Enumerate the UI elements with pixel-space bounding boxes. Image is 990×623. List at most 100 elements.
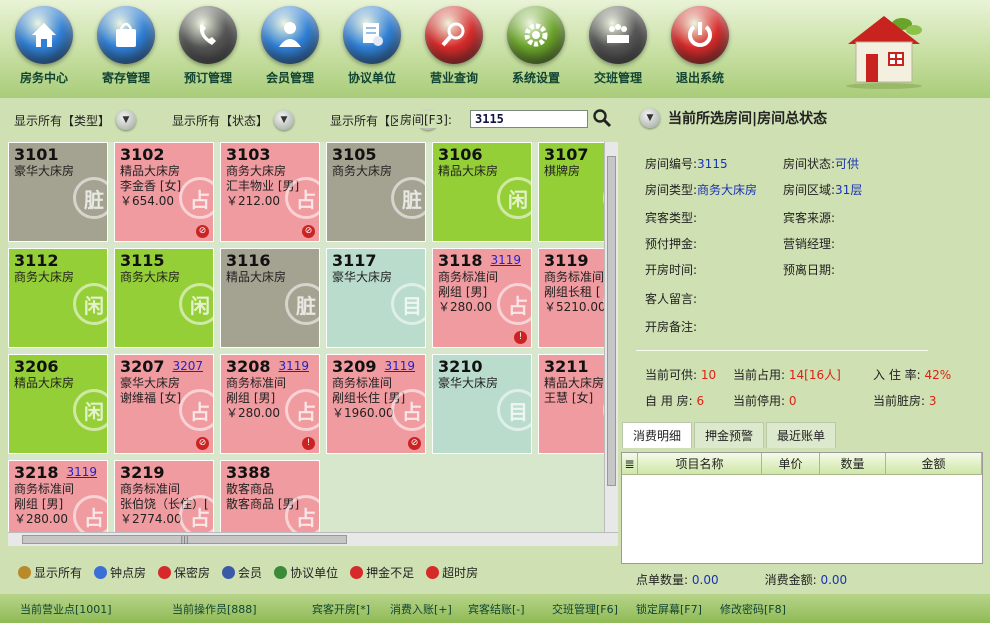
room-number: 3210 xyxy=(438,357,483,376)
room-grid-vscroll[interactable] xyxy=(604,142,618,532)
detail-tabs: 消费明细 押金预警 最近账单 xyxy=(620,422,986,448)
room-card-3101[interactable]: 3101 豪华大床房脏 xyxy=(8,142,108,242)
status-bar-item[interactable]: 宾客开房[*] xyxy=(312,601,370,617)
room-status-stamp: 闲 xyxy=(179,283,213,325)
column-header[interactable]: 金额 xyxy=(886,453,982,474)
room-card-3119[interactable]: 3119商务标准间剐组长租 [￥5210.00占 xyxy=(538,248,606,348)
room-status-stamp: 占 xyxy=(179,495,213,532)
room-card-3206[interactable]: 3206 精品大床房闲 xyxy=(8,354,108,454)
hscroll-thumb[interactable]: ||| xyxy=(22,535,347,544)
tab-0[interactable]: 消费明细 xyxy=(622,422,693,448)
room-search-input[interactable]: 3115 xyxy=(470,110,588,128)
deposit-label: 预付押金: xyxy=(645,237,698,251)
status-bar-item[interactable]: 交班管理[F6] xyxy=(552,601,618,617)
linked-room-link[interactable]: 3119 xyxy=(490,253,521,267)
room-number: 3101 xyxy=(14,145,59,164)
column-header[interactable]: 项目名称 xyxy=(638,453,762,474)
legend-item[interactable]: 钟点房 xyxy=(94,564,146,581)
room-card-3115[interactable]: 3115 商务大床房闲 xyxy=(114,248,214,348)
vscroll-thumb[interactable] xyxy=(607,156,616,486)
status-bar: 当前营业点[1001] 当前操作员[888] 宾客开房[*] 消费入账[+] 宾客结账[… xyxy=(0,594,990,623)
status-bar-item[interactable]: 锁定屏幕[F7] xyxy=(636,601,702,617)
column-header[interactable]: 单价 xyxy=(762,453,820,474)
room-card-3218[interactable]: 3218 3119 商务标准间 剐组 [男] ￥280.00 占 xyxy=(8,460,108,532)
room-status-stamp: 脏 xyxy=(391,177,425,219)
toolbar-button-7[interactable]: 交班管理 xyxy=(578,6,658,86)
toolbar-button-0[interactable]: 房务中心 xyxy=(4,6,84,86)
room-card-3105[interactable]: 3105 商务大床房脏 xyxy=(326,142,426,242)
legend-label: 会员 xyxy=(238,566,263,580)
room-card-3117[interactable]: 3117 豪华大床房目 xyxy=(326,248,426,348)
room-card-3388[interactable]: 3388 散客商品 散客商品 [男] 占 xyxy=(220,460,320,532)
legend-label: 显示所有 xyxy=(34,566,83,580)
forbidden-icon: ⊘ xyxy=(302,225,315,238)
leave-date-label: 预离日期: xyxy=(783,263,836,277)
row-selector-icon: ≣ xyxy=(622,453,638,474)
room-search-label: 房间[F3]: xyxy=(398,111,454,128)
guest-type-label: 宾客类型: xyxy=(645,211,698,225)
filter-type-label: 显示所有【类型】 xyxy=(14,113,111,128)
status-bar-item[interactable]: 修改密码[F8] xyxy=(720,601,786,617)
toolbar-button-2[interactable]: 预订管理 xyxy=(168,6,248,86)
linked-room-link[interactable]: 3119 xyxy=(278,359,309,373)
tab-1[interactable]: 押金预警 xyxy=(694,422,765,448)
room-card-3219[interactable]: 3219 商务标准间 张伯饶（长住）[￥2774.00 占 xyxy=(114,460,214,532)
toolbar-button-3[interactable]: 会员管理 xyxy=(250,6,330,86)
filter-type[interactable]: 显示所有【类型】 ▼ xyxy=(14,110,137,130)
room-card-3102[interactable]: 3102 精品大床房 李金香 [女] ￥654.00 占 ⊘ xyxy=(114,142,214,242)
chevron-down-icon[interactable]: ▼ xyxy=(274,110,295,130)
legend-item[interactable]: 协议单位 xyxy=(274,564,338,581)
room-number: 3119 xyxy=(544,251,589,270)
room-card-3107[interactable]: 3107棋牌房闲 xyxy=(538,142,606,242)
room-card-3208[interactable]: 3208 3119 商务标准间 剐组 [男] ￥280.00 占! xyxy=(220,354,320,454)
toolbar-button-6[interactable]: 系统设置 xyxy=(496,6,576,86)
status-bar-item[interactable]: 宾客结账[-] xyxy=(468,601,525,617)
search-icon[interactable] xyxy=(592,108,612,131)
filter-status[interactable]: 显示所有【状态】 ▼ xyxy=(172,110,295,130)
room-status-label: 房间状态: xyxy=(783,157,836,171)
linked-room-link[interactable]: 3119 xyxy=(66,465,97,479)
linked-room-link[interactable]: 3207 xyxy=(172,359,203,373)
legend-item[interactable]: 显示所有 xyxy=(18,564,82,581)
toolbar-button-8[interactable]: 退出系统 xyxy=(660,6,740,86)
toolbar-button-4[interactable]: 协议单位 xyxy=(332,6,412,86)
toolbar-button-5[interactable]: 营业查询 xyxy=(414,6,494,86)
linked-room-link[interactable]: 3119 xyxy=(384,359,415,373)
room-card-3210[interactable]: 3210 豪华大床房目 xyxy=(432,354,532,454)
legend-item[interactable]: 会员 xyxy=(222,564,262,581)
guest-msg-label: 客人留言: xyxy=(645,292,698,306)
room-card-3112[interactable]: 3112 商务大床房闲 xyxy=(8,248,108,348)
tab-2[interactable]: 最近账单 xyxy=(766,422,837,448)
toolbar-button-label: 系统设置 xyxy=(511,71,560,85)
room-card-3209[interactable]: 3209 3119 商务标准间 剐组长住 [男] ￥1960.00 占 ⊘ xyxy=(326,354,426,454)
consumption-footer: 点单数量: 0.00 消费金额: 0.00 xyxy=(636,571,847,588)
stat-occ-value: 14[16人] xyxy=(788,368,841,382)
room-card-3106[interactable]: 3106 精品大床房闲 xyxy=(432,142,532,242)
order-count: 点单数量: 0.00 xyxy=(636,571,719,588)
order-count-label: 点单数量: xyxy=(636,573,689,587)
room-area-label: 房间区域: xyxy=(783,183,836,197)
room-status-stamp: 占 xyxy=(285,177,319,219)
minus-circle-icon xyxy=(158,566,172,579)
toolbar-button-1[interactable]: 寄存管理 xyxy=(86,6,166,86)
stat-dirty: 当前脏房: 3 xyxy=(873,392,937,409)
status-bar-item[interactable]: 消费入账[+] xyxy=(390,601,452,617)
legend-item[interactable]: 押金不足 xyxy=(350,564,414,581)
room-number: 3219 xyxy=(120,463,165,482)
room-no-value: 3115 xyxy=(697,157,728,171)
room-card-3116[interactable]: 3116 精品大床房脏 xyxy=(220,248,320,348)
column-header[interactable]: 数量 xyxy=(820,453,886,474)
room-card-3103[interactable]: 3103 商务大床房 汇丰物业 [男] ￥212.00 占 ⊘ xyxy=(220,142,320,242)
legend-item[interactable]: 超时房 xyxy=(426,564,478,581)
room-grid-hscroll[interactable]: ||| xyxy=(8,532,618,546)
room-card-3211[interactable]: 3211精品大床房王慧 [女]占 xyxy=(538,354,606,454)
chevron-down-icon[interactable]: ▼ xyxy=(116,110,137,130)
legend-item[interactable]: 保密房 xyxy=(158,564,210,581)
phone-icon xyxy=(179,6,237,64)
room-status-stamp: 闲 xyxy=(497,177,531,219)
room-card-3207[interactable]: 3207 3207 豪华大床房 谢维福 [女] 占 ⊘ xyxy=(114,354,214,454)
chevron-down-icon[interactable]: ▼ xyxy=(640,108,660,128)
room-card-3118[interactable]: 3118 3119 商务标准间 剐组 [男] ￥280.00 占! xyxy=(432,248,532,348)
room-number: 3105 xyxy=(332,145,377,164)
room-status-stamp: 占 xyxy=(285,495,319,532)
